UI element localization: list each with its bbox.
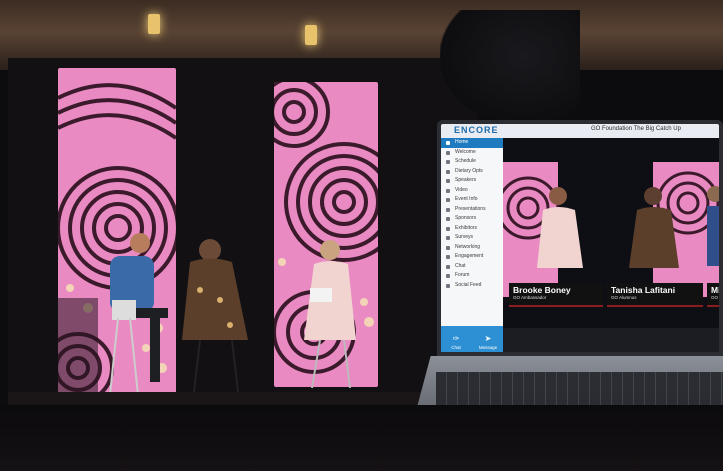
nav-item-schedule[interactable]: Schedule <box>441 157 503 167</box>
foreground-shadow <box>0 405 723 471</box>
lower-third-2: Tanisha Lafitani GO Alumnus <box>607 283 703 307</box>
nav-item-chat[interactable]: Chat <box>441 262 503 272</box>
chat-icon: ✑ <box>452 334 460 343</box>
nav-item-engagement[interactable]: Engagement <box>441 252 503 262</box>
lower-third-name: Tanisha Lafitani <box>611 285 676 295</box>
app-header: ENCORE GO Foundation The Big Catch Up <box>441 124 719 138</box>
brand-logo: ENCORE <box>454 125 499 135</box>
speaker-man <box>109 233 168 396</box>
lower-third-subtitle: GO Ambassador <box>513 295 547 300</box>
nav-item-event-info[interactable]: Event Info <box>441 195 503 205</box>
nav-item-surveys[interactable]: Surveys <box>441 233 503 243</box>
event-photo: ENCORE GO Foundation The Big Catch Up Ho… <box>0 0 723 471</box>
speaker-woman-patterned-dress <box>182 239 248 393</box>
nav-item-dietary[interactable]: Dietary Opts <box>441 167 503 177</box>
laptop-screen: ENCORE GO Foundation The Big Catch Up Ho… <box>437 120 723 356</box>
lower-third-name: Mit <box>711 285 719 295</box>
lower-third-subtitle: GO <box>711 295 719 300</box>
nav-item-social-feed[interactable]: Social Feed <box>441 281 503 291</box>
chat-footer-label: Chat <box>451 345 461 350</box>
sidebar-footer: ✑ Chat ➤ Message <box>441 326 503 352</box>
nav-item-presentations[interactable]: Presentations <box>441 205 503 215</box>
event-title: GO Foundation The Big Catch Up <box>591 126 681 132</box>
message-footer-button[interactable]: ➤ Message <box>473 334 503 351</box>
nav-item-home[interactable]: Home <box>441 138 503 148</box>
message-footer-label: Message <box>478 345 498 350</box>
lower-third-1: Brooke Boney GO Ambassador <box>509 283 603 307</box>
speaker-woman-floral-dress <box>304 240 356 389</box>
lower-third-3: Mit GO <box>707 283 719 307</box>
chat-footer-button[interactable]: ✑ Chat <box>441 334 471 351</box>
camera-silhouette <box>440 10 580 125</box>
lower-third-name: Brooke Boney <box>513 285 571 295</box>
nav-item-forum[interactable]: Forum <box>441 271 503 281</box>
nav-item-sponsors[interactable]: Sponsors <box>441 214 503 224</box>
nav-item-speakers[interactable]: Speakers <box>441 176 503 186</box>
laptop-keyboard <box>436 372 723 408</box>
nav-item-video[interactable]: Video <box>441 186 503 196</box>
app-sidebar: Home Welcome Schedule Dietary Opts Speak… <box>441 138 503 352</box>
send-icon: ➤ <box>484 334 492 343</box>
livestream-video[interactable]: Brooke Boney GO Ambassador Tanisha Lafit… <box>503 138 719 328</box>
nav-item-networking[interactable]: Networking <box>441 243 503 253</box>
nav-item-welcome[interactable]: Welcome <box>441 148 503 158</box>
nav-item-exhibitors[interactable]: Exhibitors <box>441 224 503 234</box>
lower-third-subtitle: GO Alumnus <box>611 295 637 300</box>
